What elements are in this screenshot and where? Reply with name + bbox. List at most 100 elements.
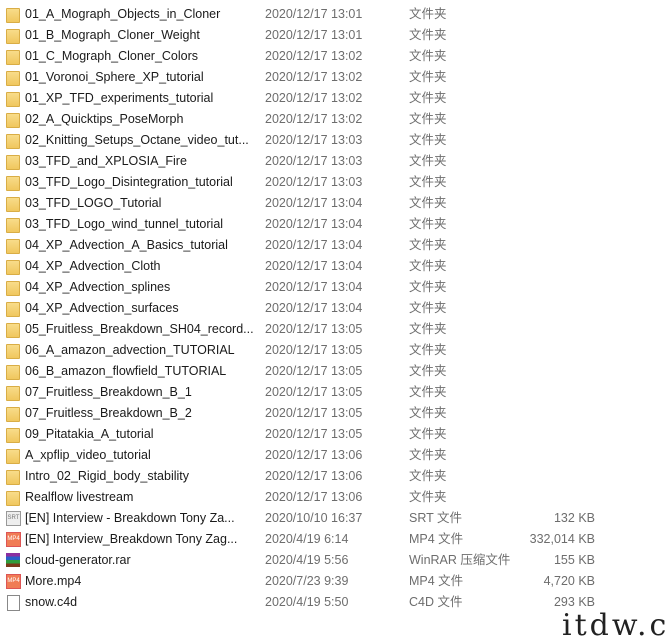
folder-icon: [6, 428, 20, 443]
mp4-file-icon: MP4: [6, 574, 21, 589]
file-name: 01_A_Mograph_Objects_in_Cloner: [25, 7, 221, 21]
file-row[interactable]: 07_Fruitless_Breakdown_B_2 2020/12/17 13:…: [0, 403, 666, 424]
modified-date: 2020/12/17 13:04: [265, 259, 363, 273]
folder-icon: [6, 407, 20, 422]
file-row[interactable]: A_xpflip_video_tutorial 2020/12/17 13:06 文…: [0, 445, 666, 466]
file-name: 01_XP_TFD_experiments_tutorial: [25, 91, 214, 105]
file-type: 文件夹: [409, 322, 447, 336]
file-name: 01_Voronoi_Sphere_XP_tutorial: [25, 70, 204, 84]
folder-icon: [6, 71, 20, 86]
modified-date: 2020/4/19 5:56: [265, 553, 349, 567]
file-row[interactable]: 07_Fruitless_Breakdown_B_1 2020/12/17 13:…: [0, 382, 666, 403]
file-name: More.mp4: [25, 574, 82, 588]
file-row[interactable]: 06_B_amazon_flowfield_TUTORIAL 2020/12/17…: [0, 361, 666, 382]
file-name: 04_XP_Advection_surfaces: [25, 301, 179, 315]
file-row[interactable]: 04_XP_Advection_Cloth 2020/12/17 13:04 文件夹: [0, 256, 666, 277]
file-name: 03_TFD_LOGO_Tutorial: [25, 196, 162, 210]
file-row[interactable]: 06_A_amazon_advection_TUTORIAL 2020/12/17…: [0, 340, 666, 361]
file-size: 132 KB: [553, 511, 595, 525]
file-type: 文件夹: [409, 259, 447, 273]
file-name: 05_Fruitless_Breakdown_SH04_record...: [25, 322, 254, 336]
modified-date: 2020/12/17 13:04: [265, 238, 363, 252]
file-type: 文件夹: [409, 280, 447, 294]
file-row[interactable]: 02_A_Quicktips_PoseMorph 2020/12/17 13:02…: [0, 109, 666, 130]
folder-icon: [6, 449, 20, 464]
folder-icon: [6, 8, 20, 23]
srt-file-icon: SRT: [6, 511, 21, 526]
modified-date: 2020/12/17 13:06: [265, 448, 363, 462]
file-name: 01_C_Mograph_Cloner_Colors: [25, 49, 199, 63]
file-row[interactable]: SRT [EN] Interview - Breakdown Tony Za...…: [0, 508, 666, 529]
file-name: 02_Knitting_Setups_Octane_video_tut...: [25, 133, 249, 147]
file-row[interactable]: cloud-generator.rar 2020/4/19 5:56 WinRAR …: [0, 550, 666, 571]
file-name: [EN] Interview_Breakdown Tony Zag...: [25, 532, 238, 546]
file-name: snow.c4d: [25, 595, 78, 609]
file-name: 01_B_Mograph_Cloner_Weight: [25, 28, 200, 42]
modified-date: 2020/12/17 13:02: [265, 49, 363, 63]
modified-date: 2020/12/17 13:01: [265, 28, 363, 42]
file-list: 01_A_Mograph_Objects_in_Cloner 2020/12/17…: [0, 4, 666, 613]
modified-date: 2020/12/17 13:01: [265, 7, 363, 21]
modified-date: 2020/12/17 13:03: [265, 154, 363, 168]
file-row[interactable]: MP4 [EN] Interview_Breakdown Tony Zag... 2…: [0, 529, 666, 550]
folder-icon: [6, 302, 20, 317]
file-type: 文件夹: [409, 133, 447, 147]
file-row[interactable]: Realflow livestream 2020/12/17 13:06 文件夹: [0, 487, 666, 508]
file-row[interactable]: 01_A_Mograph_Objects_in_Cloner 2020/12/17…: [0, 4, 666, 25]
file-row[interactable]: 03_TFD_Logo_wind_tunnel_tutorial 2020/12/…: [0, 214, 666, 235]
file-type: 文件夹: [409, 490, 447, 504]
file-row[interactable]: 04_XP_Advection_surfaces 2020/12/17 13:04…: [0, 298, 666, 319]
folder-icon: [6, 239, 20, 254]
folder-icon: [6, 386, 20, 401]
folder-icon: [6, 92, 20, 107]
modified-date: 2020/12/17 13:05: [265, 343, 363, 357]
file-row[interactable]: 01_B_Mograph_Cloner_Weight 2020/12/17 13:…: [0, 25, 666, 46]
file-type: MP4 文件: [409, 532, 464, 546]
file-name: 04_XP_Advection_A_Basics_tutorial: [25, 238, 228, 252]
file-row[interactable]: 03_TFD_and_XPLOSIA_Fire 2020/12/17 13:03 文…: [0, 151, 666, 172]
file-type: 文件夹: [409, 469, 447, 483]
file-type: 文件夹: [409, 406, 447, 420]
file-row[interactable]: 01_XP_TFD_experiments_tutorial 2020/12/17…: [0, 88, 666, 109]
file-name: 02_A_Quicktips_PoseMorph: [25, 112, 184, 126]
file-row[interactable]: Intro_02_Rigid_body_stability 2020/12/17 …: [0, 466, 666, 487]
modified-date: 2020/12/17 13:05: [265, 406, 363, 420]
file-name: 03_TFD_Logo_wind_tunnel_tutorial: [25, 217, 224, 231]
modified-date: 2020/12/17 13:04: [265, 217, 363, 231]
file-name: 07_Fruitless_Breakdown_B_2: [25, 406, 192, 420]
file-row[interactable]: 03_TFD_LOGO_Tutorial 2020/12/17 13:04 文件夹: [0, 193, 666, 214]
file-type: 文件夹: [409, 175, 447, 189]
rar-archive-icon: [6, 553, 20, 567]
file-size: 155 KB: [553, 553, 595, 567]
modified-date: 2020/12/17 13:05: [265, 364, 363, 378]
modified-date: 2020/12/17 13:04: [265, 196, 363, 210]
file-row[interactable]: 02_Knitting_Setups_Octane_video_tut... 20…: [0, 130, 666, 151]
folder-icon: [6, 323, 20, 338]
folder-icon: [6, 197, 20, 212]
modified-date: 2020/12/17 13:04: [265, 301, 363, 315]
file-type: MP4 文件: [409, 574, 464, 588]
file-type: 文件夹: [409, 343, 447, 357]
file-name: 06_A_amazon_advection_TUTORIAL: [25, 343, 235, 357]
modified-date: 2020/12/17 13:05: [265, 385, 363, 399]
file-type: 文件夹: [409, 217, 447, 231]
file-type: 文件夹: [409, 28, 447, 42]
file-row[interactable]: 01_Voronoi_Sphere_XP_tutorial 2020/12/17 …: [0, 67, 666, 88]
folder-icon: [6, 281, 20, 296]
mp4-file-icon: MP4: [6, 532, 21, 547]
file-name: 03_TFD_Logo_Disintegration_tutorial: [25, 175, 233, 189]
file-row[interactable]: 04_XP_Advection_A_Basics_tutorial 2020/12…: [0, 235, 666, 256]
file-type: 文件夹: [409, 385, 447, 399]
file-type: WinRAR 压缩文件: [409, 553, 511, 567]
folder-icon: [6, 470, 20, 485]
file-row[interactable]: MP4 More.mp4 2020/7/23 9:39 MP4 文件 4,720 KB: [0, 571, 666, 592]
file-row[interactable]: 09_Pitatakia_A_tutorial 2020/12/17 13:05 文…: [0, 424, 666, 445]
file-row[interactable]: 01_C_Mograph_Cloner_Colors 2020/12/17 13:…: [0, 46, 666, 67]
file-row[interactable]: 04_XP_Advection_splines 2020/12/17 13:04 文…: [0, 277, 666, 298]
folder-icon: [6, 344, 20, 359]
file-row[interactable]: 05_Fruitless_Breakdown_SH04_record... 202…: [0, 319, 666, 340]
file-row[interactable]: 03_TFD_Logo_Disintegration_tutorial 2020/…: [0, 172, 666, 193]
file-name: [EN] Interview - Breakdown Tony Za...: [25, 511, 235, 525]
file-name: A_xpflip_video_tutorial: [25, 448, 151, 462]
folder-icon: [6, 365, 20, 380]
